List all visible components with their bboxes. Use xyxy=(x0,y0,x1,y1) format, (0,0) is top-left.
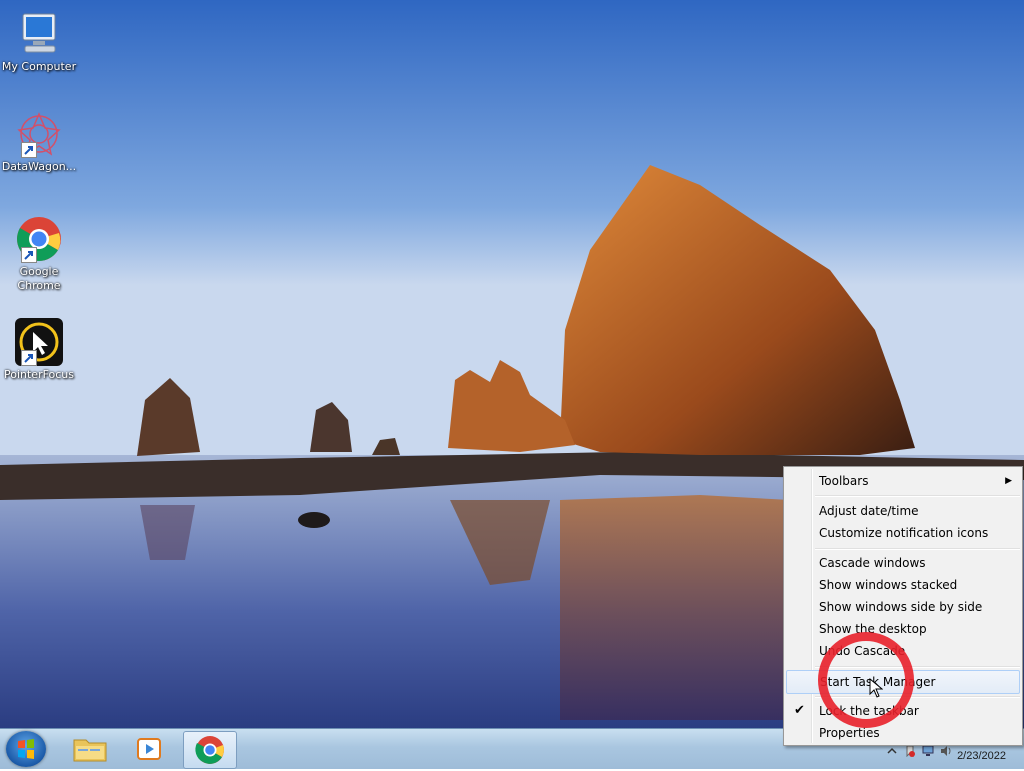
media-player-icon xyxy=(137,738,161,760)
mouse-pointer-icon xyxy=(869,678,883,698)
taskbar-file-explorer[interactable] xyxy=(64,731,116,767)
windows-start-icon xyxy=(18,739,34,759)
menu-item-show-windows-side-by-side[interactable]: Show windows side by side xyxy=(786,596,1018,618)
desktop-icon-label: My Computer xyxy=(1,60,77,73)
menu-item-show-the-desktop[interactable]: Show the desktop xyxy=(786,618,1018,640)
desktop-icon-label: PointerFocus xyxy=(3,368,75,381)
network-icon[interactable] xyxy=(922,745,934,757)
annotation-highlight-ring xyxy=(818,632,914,728)
menu-separator xyxy=(815,495,1020,497)
menu-item-label: Toolbars xyxy=(819,474,869,488)
submenu-arrow-icon: ▶ xyxy=(1005,476,1012,486)
taskbar-media-player[interactable] xyxy=(123,731,175,767)
menu-item-customize-notification-icons[interactable]: Customize notification icons xyxy=(786,522,1018,544)
clock-date[interactable]: 2/23/2022 xyxy=(957,750,1006,762)
desktop-icon-my-computer[interactable]: My Computer xyxy=(1,10,77,74)
checkmark-icon: ✔ xyxy=(794,703,805,718)
computer-icon xyxy=(15,10,63,58)
menu-separator xyxy=(815,548,1020,550)
menu-item-label: Customize notification icons xyxy=(819,526,989,540)
menu-item-show-windows-stacked[interactable]: Show windows stacked xyxy=(786,574,1018,596)
menu-item-toolbars[interactable]: Toolbars ▶ xyxy=(786,470,1018,492)
chrome-icon xyxy=(15,215,63,263)
windows-start-button[interactable] xyxy=(6,731,46,767)
action-center-icon[interactable] xyxy=(904,745,916,758)
menu-item-label: Adjust date/time xyxy=(819,504,919,518)
menu-item-label: Show windows stacked xyxy=(819,578,958,592)
shortcut-arrow-icon xyxy=(21,247,37,263)
menu-item-properties[interactable]: Properties xyxy=(786,722,1018,744)
menu-item-label: Show windows side by side xyxy=(819,600,983,614)
taskbar-google-chrome[interactable] xyxy=(183,731,237,769)
pointerfocus-icon xyxy=(15,318,63,366)
desktop-icon-label: DataWagon... xyxy=(1,160,77,173)
show-hidden-icons-icon[interactable] xyxy=(886,745,898,757)
desktop-icon-pointerfocus[interactable]: PointerFocus xyxy=(1,318,77,382)
datawagon-icon xyxy=(15,110,63,158)
chrome-icon xyxy=(195,736,224,764)
menu-item-cascade-windows[interactable]: Cascade windows xyxy=(786,552,1018,574)
desktop-icon-datawagon[interactable]: DataWagon... xyxy=(1,110,77,174)
menu-item-label: Cascade windows xyxy=(819,556,926,570)
shortcut-arrow-icon xyxy=(21,142,37,158)
volume-icon[interactable] xyxy=(940,745,952,757)
folder-icon xyxy=(73,739,107,762)
desktop-icon-google-chrome[interactable]: Google Chrome xyxy=(1,215,77,293)
desktop-icon-label: Google Chrome xyxy=(17,265,61,292)
menu-item-adjust-date-time[interactable]: Adjust date/time xyxy=(786,500,1018,522)
shortcut-arrow-icon xyxy=(21,350,37,366)
